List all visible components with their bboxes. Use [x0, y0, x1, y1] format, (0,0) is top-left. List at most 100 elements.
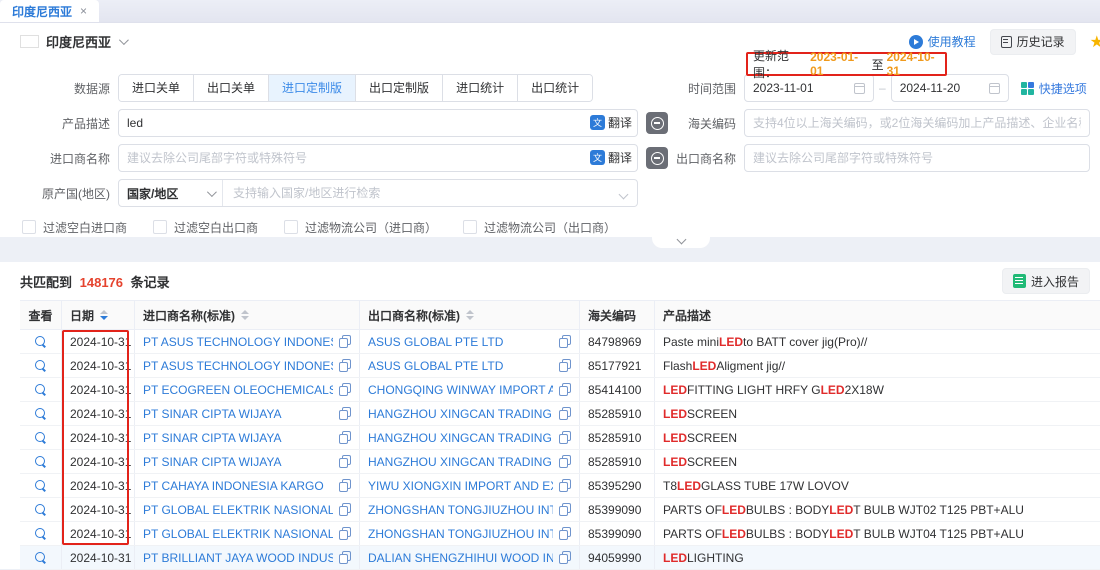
- importer-link[interactable]: PT ECOGREEN OLEOCHEMICALS: [143, 383, 333, 397]
- view-magnifier-icon[interactable]: [35, 528, 47, 540]
- column-header-1[interactable]: 日期: [62, 301, 135, 329]
- datasource-tab-1[interactable]: 出口关单: [194, 75, 269, 101]
- table-row: 2024-10-31PT ASUS TECHNOLOGY INDONESIA B…: [20, 330, 1100, 354]
- description-cell: LED SCREEN: [655, 450, 1100, 473]
- importer-link[interactable]: PT SINAR CIPTA WIJAYA: [143, 455, 333, 469]
- copy-icon[interactable]: [339, 335, 351, 348]
- translate-button[interactable]: 文 翻译: [590, 149, 632, 166]
- column-header-3[interactable]: 出口商名称(标准): [360, 301, 580, 329]
- exporter-input[interactable]: [744, 144, 1090, 172]
- importer-link[interactable]: PT ASUS TECHNOLOGY INDONESIA BA...: [143, 359, 333, 373]
- sort-carets-icon[interactable]: [241, 310, 249, 320]
- importer-input[interactable]: [118, 144, 638, 172]
- hscode-cell: 85414100: [580, 378, 655, 401]
- view-magnifier-icon[interactable]: [35, 408, 47, 420]
- checkbox-icon[interactable]: [153, 220, 167, 234]
- filter-checkbox-0[interactable]: 过滤空白进口商: [22, 219, 127, 236]
- view-magnifier-icon[interactable]: [35, 504, 47, 516]
- view-magnifier-icon[interactable]: [35, 456, 47, 468]
- sort-carets-icon[interactable]: [466, 310, 474, 320]
- copy-icon[interactable]: [559, 527, 571, 540]
- exporter-link[interactable]: YIWU XIONGXIN IMPORT AND EXPORT...: [368, 479, 553, 493]
- date-from-input[interactable]: 2023-11-01: [744, 74, 874, 102]
- tab-indonesia[interactable]: 印度尼西亚 ×: [0, 0, 99, 22]
- datasource-tab-4[interactable]: 进口统计: [443, 75, 518, 101]
- copy-icon[interactable]: [559, 383, 571, 396]
- view-magnifier-icon[interactable]: [35, 384, 47, 396]
- exporter-link[interactable]: DALIAN SHENGZHIHUI WOOD INDUST...: [368, 551, 553, 565]
- exporter-link[interactable]: ASUS GLOBAL PTE LTD: [368, 359, 553, 373]
- datasource-tab-3[interactable]: 出口定制版: [356, 75, 443, 101]
- favorite-star-icon[interactable]: ★: [1090, 32, 1100, 52]
- importer-link[interactable]: PT GLOBAL ELEKTRIK NASIONAL: [143, 503, 333, 517]
- product-input[interactable]: [118, 109, 638, 137]
- copy-icon[interactable]: [559, 455, 571, 468]
- translate-button[interactable]: 文 翻译: [590, 114, 632, 131]
- checkbox-label: 过滤空白进口商: [43, 219, 127, 236]
- sort-carets-icon[interactable]: [100, 310, 108, 320]
- view-cell: [20, 522, 62, 545]
- copy-icon[interactable]: [559, 551, 571, 564]
- view-magnifier-icon[interactable]: [35, 336, 47, 348]
- filter-checkbox-3[interactable]: 过滤物流公司（出口商）: [463, 219, 616, 236]
- copy-icon[interactable]: [559, 407, 571, 420]
- copy-icon[interactable]: [339, 455, 351, 468]
- copy-icon[interactable]: [339, 551, 351, 564]
- exporter-link[interactable]: HANGZHOU XINGCAN TRADING CO LTD: [368, 431, 553, 445]
- quick-options-button[interactable]: 快捷选项: [1021, 80, 1087, 97]
- filter-checkbox-2[interactable]: 过滤物流公司（进口商）: [284, 219, 437, 236]
- datasource-tab-0[interactable]: 进口关单: [119, 75, 194, 101]
- checkbox-icon[interactable]: [463, 220, 477, 234]
- origin-type-select[interactable]: 国家/地区: [119, 180, 223, 206]
- filter-checkbox-1[interactable]: 过滤空白出口商: [153, 219, 258, 236]
- column-header-2[interactable]: 进口商名称(标准): [135, 301, 360, 329]
- enter-report-button[interactable]: 进入报告: [1002, 268, 1090, 294]
- origin-search-input[interactable]: [223, 186, 637, 200]
- chevron-down-icon[interactable]: [119, 35, 129, 45]
- copy-icon[interactable]: [559, 479, 571, 492]
- history-button[interactable]: 历史记录: [990, 29, 1076, 55]
- importer-link[interactable]: PT ASUS TECHNOLOGY INDONESIA BA...: [143, 335, 333, 349]
- hscode-value: 85395290: [588, 479, 641, 493]
- exporter-link[interactable]: HANGZHOU XINGCAN TRADING CO LTD: [368, 455, 553, 469]
- copy-icon[interactable]: [339, 431, 351, 444]
- country-selector-label[interactable]: 印度尼西亚: [46, 32, 111, 51]
- exporter-link[interactable]: CHONGQING WINWAY IMPORT AND E...: [368, 383, 553, 397]
- importer-link[interactable]: PT BRILLIANT JAYA WOOD INDUSTRY: [143, 551, 333, 565]
- importer-link[interactable]: PT GLOBAL ELEKTRIK NASIONAL: [143, 527, 333, 541]
- hscode-input[interactable]: [744, 109, 1090, 137]
- view-magnifier-icon[interactable]: [35, 432, 47, 444]
- importer-link[interactable]: PT SINAR CIPTA WIJAYA: [143, 431, 333, 445]
- tutorial-button[interactable]: 使用教程: [909, 33, 976, 50]
- copy-icon[interactable]: [339, 359, 351, 372]
- checkbox-icon[interactable]: [22, 220, 36, 234]
- datasource-tab-2[interactable]: 进口定制版: [269, 75, 356, 101]
- view-magnifier-icon[interactable]: [35, 360, 47, 372]
- exporter-link[interactable]: ASUS GLOBAL PTE LTD: [368, 335, 553, 349]
- copy-icon[interactable]: [339, 407, 351, 420]
- collapse-panel-button[interactable]: [652, 236, 710, 248]
- checkbox-icon[interactable]: [284, 220, 298, 234]
- copy-icon[interactable]: [339, 479, 351, 492]
- exporter-link[interactable]: ZHONGSHAN TONGJIUZHOU INTERNA...: [368, 503, 553, 517]
- exact-match-toggle[interactable]: [646, 147, 668, 169]
- copy-icon[interactable]: [559, 431, 571, 444]
- importer-link[interactable]: PT CAHAYA INDONESIA KARGO: [143, 479, 333, 493]
- date-to-input[interactable]: 2024-11-20: [891, 74, 1009, 102]
- exporter-link[interactable]: ZHONGSHAN TONGJIUZHOU INTERNA...: [368, 527, 553, 541]
- hscode-cell: 85285910: [580, 450, 655, 473]
- copy-icon[interactable]: [339, 527, 351, 540]
- copy-icon[interactable]: [559, 503, 571, 516]
- copy-icon[interactable]: [339, 503, 351, 516]
- datasource-tab-5[interactable]: 出口统计: [518, 75, 592, 101]
- view-magnifier-icon[interactable]: [35, 552, 47, 564]
- exact-match-toggle[interactable]: [646, 112, 668, 134]
- tab-close-icon[interactable]: ×: [80, 4, 87, 18]
- exporter-link[interactable]: HANGZHOU XINGCAN TRADING CO LTD: [368, 407, 553, 421]
- date-cell: 2024-10-31: [62, 450, 135, 473]
- copy-icon[interactable]: [339, 383, 351, 396]
- copy-icon[interactable]: [559, 359, 571, 372]
- importer-link[interactable]: PT SINAR CIPTA WIJAYA: [143, 407, 333, 421]
- copy-icon[interactable]: [559, 335, 571, 348]
- view-magnifier-icon[interactable]: [35, 480, 47, 492]
